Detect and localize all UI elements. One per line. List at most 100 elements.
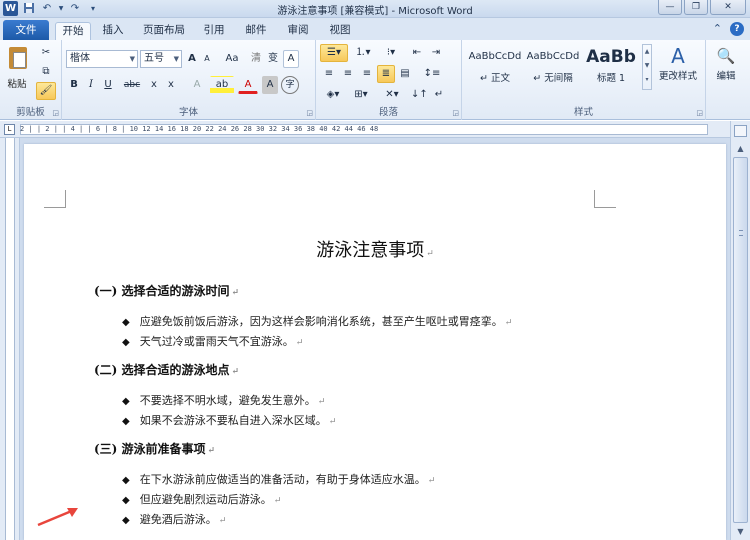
style-name: 标题 1 (596, 73, 626, 84)
editing-label: 编辑 (716, 71, 736, 82)
multilevel-list-button[interactable]: ⁝▾ (378, 44, 404, 62)
tab-file[interactable]: 文件 (3, 20, 49, 40)
annotation-arrow-icon (37, 508, 78, 527)
list-item[interactable]: ◆ 但应避免剧烈运动后游泳。 ↵ (122, 491, 281, 507)
phonetic-guide-button[interactable]: 变 (265, 50, 281, 68)
character-border-button[interactable]: A (283, 50, 299, 68)
align-right-button[interactable]: ≡ (358, 65, 376, 83)
line-spacing-button[interactable]: ↕≡ (420, 65, 444, 83)
document-workspace: 游泳注意事项 ↵ (一) 选择合适的游泳时间 ↵ ◆ 应避免饭前饭后游泳，因为这样会影… (20, 138, 730, 540)
shading-button[interactable]: ◈▾ (320, 86, 346, 104)
clear-format-button[interactable]: 清 (248, 50, 264, 68)
list-item[interactable]: ◆ 如果不会游泳不要私自进入深水区域。 ↵ (122, 412, 336, 428)
tab-page-layout[interactable]: 页面布局 (138, 22, 190, 40)
tab-view[interactable]: 视图 (324, 22, 356, 40)
vertical-ruler-strip[interactable] (5, 138, 15, 540)
vertical-scrollbar[interactable]: ▲ ▼ (730, 121, 750, 540)
change-styles-button[interactable]: A 更改样式 (656, 44, 700, 82)
paste-button[interactable]: 粘贴 (2, 42, 32, 98)
style-normal[interactable]: AaBbCcDd ↵ 正文 (468, 44, 522, 90)
enclose-characters-button[interactable]: 字 (281, 76, 299, 94)
list-item[interactable]: ◆ 应避免饭前饭后游泳，因为这样会影响消化系统，甚至产生呕吐或胃痉挛。 ↵ (122, 313, 512, 329)
find-icon: 🔍 (716, 47, 736, 65)
font-launcher-icon[interactable]: ◲ (306, 109, 313, 117)
paragraph-launcher-icon[interactable]: ◲ (452, 109, 459, 117)
cut-icon[interactable]: ✂ (36, 44, 56, 62)
shrink-font-button[interactable]: A (200, 50, 214, 68)
section-heading[interactable]: (三) 游泳前准备事项 ↵ (94, 440, 215, 457)
tab-home[interactable]: 开始 (55, 22, 91, 40)
restore-icon[interactable]: ❐ (684, 0, 708, 15)
style-name: ↵ 正文 (480, 73, 510, 84)
sort-button[interactable]: ↓↑ (410, 86, 428, 104)
justify-button[interactable]: ≣ (377, 65, 395, 83)
close-icon[interactable]: ✕ (710, 0, 746, 15)
group-clipboard: 粘贴 ✂ ⧉ 🖌 剪贴板 ◲ (0, 40, 62, 120)
tab-insert[interactable]: 插入 (96, 22, 130, 40)
ribbon-right-controls: ⌃ ? (713, 22, 744, 36)
font-color-button[interactable]: A (238, 76, 258, 94)
underline-button[interactable]: U (100, 76, 116, 94)
section-heading[interactable]: (二) 选择合适的游泳地点 ↵ (94, 361, 239, 378)
superscript-button[interactable]: x (163, 76, 179, 94)
numbering-button[interactable]: ⒈▾ (350, 44, 376, 62)
document-title[interactable]: 游泳注意事项 ↵ (24, 236, 726, 262)
copy-icon[interactable]: ⧉ (36, 63, 56, 81)
style-no-spacing[interactable]: AaBbCcDd ↵ 无间隔 (526, 44, 580, 90)
chevron-down-icon: ▼ (173, 55, 179, 63)
font-name-combo[interactable]: 楷体 ▼ (66, 50, 138, 68)
increase-indent-button[interactable]: ⇥ (427, 44, 445, 62)
list-item[interactable]: ◆ 在下水游泳前应做适当的准备活动，有助于身体适应水温。 ↵ (122, 471, 435, 487)
chinese-layout-button[interactable]: ✕▾ (378, 86, 406, 104)
style-sample: AaBbCcDd (468, 51, 522, 62)
horizontal-ruler: L 2 | | 2 | | 4 | | 6 | 8 | 10 12 14 16 … (0, 121, 750, 138)
chevron-down-icon: ▼ (129, 55, 135, 63)
scroll-up-icon[interactable]: ▲ (734, 143, 747, 155)
distributed-button[interactable]: ▤ (396, 65, 414, 83)
tab-references[interactable]: 引用 (198, 22, 230, 40)
subscript-button[interactable]: x (146, 76, 162, 94)
italic-button[interactable]: I (83, 76, 99, 94)
align-center-button[interactable]: ≡ (339, 65, 357, 83)
ribbon-tabs: 文件 开始 插入 页面布局 引用 邮件 审阅 视图 ⌃ ? (0, 18, 750, 40)
ribbon: 粘贴 ✂ ⧉ 🖌 剪贴板 ◲ 楷体 ▼ 五号 ▼ A A Aa 清 变 A B … (0, 40, 750, 120)
group-paragraph: ☰▾ ⒈▾ ⁝▾ ⇤ ⇥ ≡ ≡ ≡ ≣ ▤ ↕≡ ◈▾ ⊞▾ ✕▾ ↓↑ ↵ … (316, 40, 462, 120)
collapse-ribbon-icon[interactable]: ⌃ (713, 22, 722, 36)
bullets-button[interactable]: ☰▾ (320, 44, 348, 62)
styles-launcher-icon[interactable]: ◲ (696, 109, 703, 117)
crop-mark (44, 190, 66, 208)
list-item[interactable]: ◆ 避免酒后游泳。 ↵ (122, 511, 226, 527)
show-marks-button[interactable]: ↵ (430, 86, 448, 104)
highlight-button[interactable]: ab (210, 76, 234, 94)
grow-font-button[interactable]: A (184, 50, 200, 68)
styles-scroll[interactable]: ▲ ▼ ▾ (642, 44, 652, 90)
window-controls: — ❐ ✕ (658, 0, 746, 15)
change-case-button[interactable]: Aa (220, 50, 244, 68)
font-name-value: 楷体 (70, 53, 90, 64)
character-shading-button[interactable]: A (262, 76, 278, 94)
list-item[interactable]: ◆ 天气过冷或雷雨天气不宜游泳。 ↵ (122, 333, 303, 349)
document-page[interactable]: 游泳注意事项 ↵ (一) 选择合适的游泳时间 ↵ ◆ 应避免饭前饭后游泳，因为这样会影… (24, 144, 726, 540)
editing-button[interactable]: 🔍 编辑 (708, 44, 744, 82)
borders-button[interactable]: ⊞▾ (348, 86, 374, 104)
ruler-toggle-icon[interactable] (734, 125, 747, 137)
scroll-down-icon[interactable]: ▼ (734, 526, 747, 538)
list-item[interactable]: ◆ 不要选择不明水域，避免发生意外。 ↵ (122, 392, 325, 408)
format-painter-icon[interactable]: 🖌 (36, 82, 56, 100)
tab-mailings[interactable]: 邮件 (240, 22, 272, 40)
section-heading[interactable]: (一) 选择合适的游泳时间 ↵ (94, 282, 239, 299)
text-effects-button[interactable]: A (188, 76, 206, 94)
help-icon[interactable]: ? (730, 22, 744, 36)
minimize-icon[interactable]: — (658, 0, 682, 15)
scroll-thumb[interactable] (733, 157, 748, 523)
align-left-button[interactable]: ≡ (320, 65, 338, 83)
clipboard-launcher-icon[interactable]: ◲ (52, 109, 59, 117)
bold-button[interactable]: B (66, 76, 82, 94)
style-heading-1[interactable]: AaBb 标题 1 (584, 44, 638, 90)
tab-selector-icon[interactable]: L (4, 124, 15, 135)
font-size-combo[interactable]: 五号 ▼ (140, 50, 182, 68)
group-font: 楷体 ▼ 五号 ▼ A A Aa 清 变 A B I U abc x x A a… (62, 40, 316, 120)
decrease-indent-button[interactable]: ⇤ (408, 44, 426, 62)
strikethrough-button[interactable]: abc (120, 76, 144, 94)
tab-review[interactable]: 审阅 (282, 22, 314, 40)
